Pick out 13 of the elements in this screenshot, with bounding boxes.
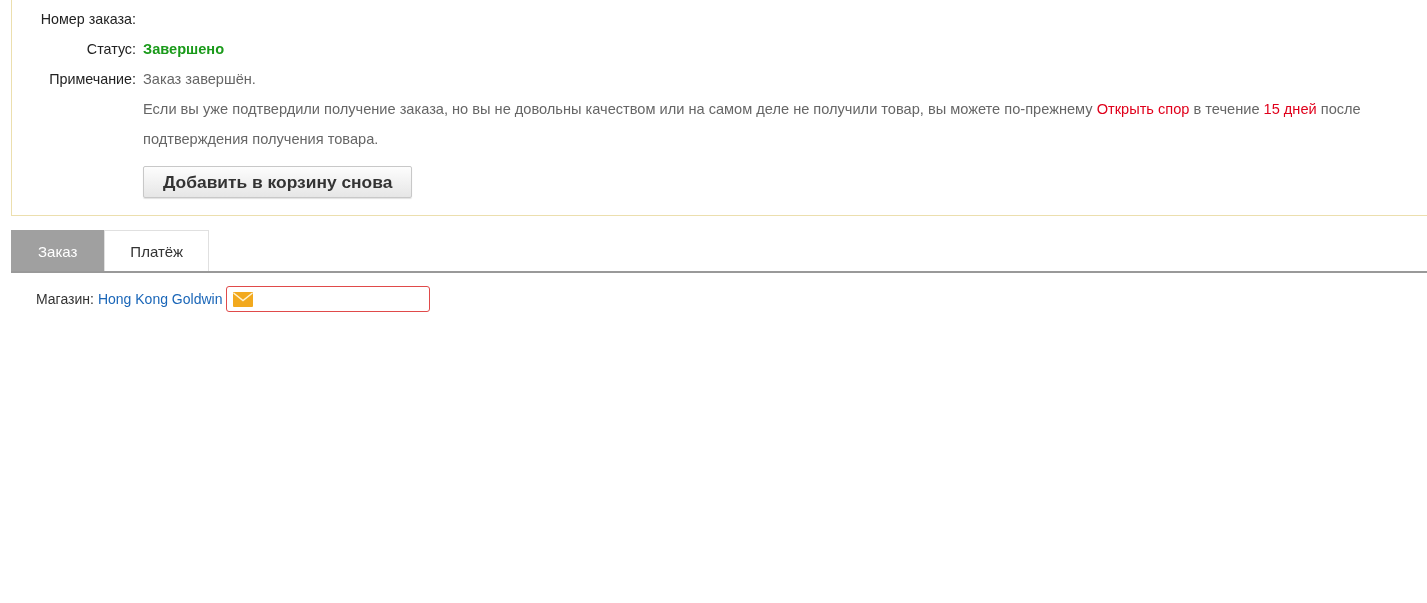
status-value: Завершено	[143, 41, 225, 57]
note-text: Заказ завершён.	[143, 71, 256, 87]
field-label: Примечание:	[49, 70, 136, 89]
message-button[interactable]	[226, 286, 431, 312]
note-paragraph: Если вы уже подтвердили получение заказа, но вы не довольны качеством или на самом деле не получили товар, вы можете по-прежнему Открыть спор в течение 15 дней после подтверждения получения товара.	[143, 100, 1362, 149]
field-label: Статус:	[86, 40, 136, 59]
store-link[interactable]: Hong Kong Goldwin	[97, 291, 223, 307]
tab[interactable]: Платёж	[104, 230, 210, 271]
envelope-icon	[233, 291, 254, 307]
add-to-cart-again-button[interactable]: Добавить в корзину снова	[143, 166, 413, 198]
field-label: Номер заказа:	[40, 10, 136, 29]
open-dispute-link[interactable]: Открыть спор	[1096, 101, 1190, 117]
store-label: Магазин:	[36, 291, 94, 307]
